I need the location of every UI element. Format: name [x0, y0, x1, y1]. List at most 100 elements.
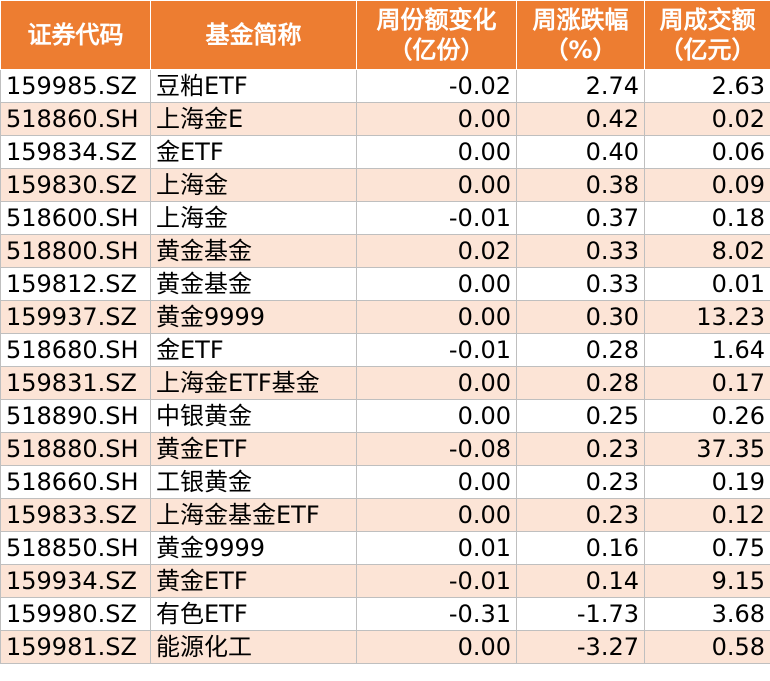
cell-pct-change: 0.33: [516, 234, 645, 268]
cell-pct-change: 0.14: [516, 564, 645, 598]
cell-share-change: -0.31: [356, 597, 517, 631]
table-row: 518890.SH 中银黄金 0.00 0.25 0.26: [0, 399, 770, 433]
cell-code: 518860.SH: [0, 102, 151, 136]
cell-turnover: 0.17: [644, 366, 770, 400]
cell-share-change: 0.02: [356, 234, 517, 268]
header-name: 基金简称: [150, 0, 357, 70]
cell-name: 上海金ETF基金: [150, 366, 357, 400]
cell-pct-change: 0.28: [516, 333, 645, 367]
cell-turnover: 9.15: [644, 564, 770, 598]
cell-name: 工银黄金: [150, 465, 357, 499]
table-body: 159985.SZ 豆粕ETF -0.02 2.74 2.63 518860.SH 上海金E…: [0, 69, 770, 664]
cell-name: 上海金: [150, 201, 357, 235]
cell-share-change: 0.00: [356, 366, 517, 400]
etf-weekly-table: 证券代码 基金简称 周份额变化 （亿份） 周涨跌幅 （%） 周成交额 （亿元） 159…: [0, 0, 770, 664]
cell-turnover: 0.02: [644, 102, 770, 136]
table-row: 518680.SH 金ETF -0.01 0.28 1.64: [0, 333, 770, 367]
cell-pct-change: 0.37: [516, 201, 645, 235]
table-row: 159980.SZ 有色ETF -0.31 -1.73 3.68: [0, 597, 770, 631]
cell-name: 上海金基金ETF: [150, 498, 357, 532]
cell-name: 黄金ETF: [150, 564, 357, 598]
cell-turnover: 0.18: [644, 201, 770, 235]
cell-turnover: 0.26: [644, 399, 770, 433]
cell-pct-change: 0.25: [516, 399, 645, 433]
cell-turnover: 0.12: [644, 498, 770, 532]
cell-share-change: 0.00: [356, 300, 517, 334]
cell-pct-change: 0.42: [516, 102, 645, 136]
header-row: 证券代码 基金简称 周份额变化 （亿份） 周涨跌幅 （%） 周成交额 （亿元）: [0, 0, 770, 70]
cell-name: 金ETF: [150, 333, 357, 367]
table-row: 518660.SH 工银黄金 0.00 0.23 0.19: [0, 465, 770, 499]
table-row: 159831.SZ 上海金ETF基金 0.00 0.28 0.17: [0, 366, 770, 400]
cell-code: 518800.SH: [0, 234, 151, 268]
table-row: 518800.SH 黄金基金 0.02 0.33 8.02: [0, 234, 770, 268]
cell-pct-change: 2.74: [516, 69, 645, 103]
cell-share-change: -0.01: [356, 201, 517, 235]
cell-pct-change: -3.27: [516, 630, 645, 664]
cell-name: 中银黄金: [150, 399, 357, 433]
cell-share-change: -0.08: [356, 432, 517, 466]
cell-turnover: 37.35: [644, 432, 770, 466]
table-row: 518860.SH 上海金E 0.00 0.42 0.02: [0, 102, 770, 136]
cell-share-change: 0.00: [356, 135, 517, 169]
table-row: 518600.SH 上海金 -0.01 0.37 0.18: [0, 201, 770, 235]
cell-turnover: 13.23: [644, 300, 770, 334]
cell-turnover: 0.01: [644, 267, 770, 301]
table-row: 518880.SH 黄金ETF -0.08 0.23 37.35: [0, 432, 770, 466]
cell-pct-change: 0.28: [516, 366, 645, 400]
cell-share-change: -0.01: [356, 564, 517, 598]
cell-share-change: 0.00: [356, 168, 517, 202]
cell-code: 159831.SZ: [0, 366, 151, 400]
cell-pct-change: 0.38: [516, 168, 645, 202]
cell-name: 黄金9999: [150, 300, 357, 334]
cell-code: 518890.SH: [0, 399, 151, 433]
cell-turnover: 0.06: [644, 135, 770, 169]
cell-name: 上海金E: [150, 102, 357, 136]
cell-turnover: 3.68: [644, 597, 770, 631]
table-row: 159834.SZ 金ETF 0.00 0.40 0.06: [0, 135, 770, 169]
cell-pct-change: 0.30: [516, 300, 645, 334]
cell-code: 518660.SH: [0, 465, 151, 499]
cell-code: 518680.SH: [0, 333, 151, 367]
cell-turnover: 8.02: [644, 234, 770, 268]
cell-share-change: 0.00: [356, 465, 517, 499]
cell-pct-change: 0.33: [516, 267, 645, 301]
cell-name: 黄金基金: [150, 234, 357, 268]
cell-turnover: 1.64: [644, 333, 770, 367]
header-turnover: 周成交额 （亿元）: [644, 0, 770, 70]
table-row: 159934.SZ 黄金ETF -0.01 0.14 9.15: [0, 564, 770, 598]
table-row: 159812.SZ 黄金基金 0.00 0.33 0.01: [0, 267, 770, 301]
table-row: 518850.SH 黄金9999 0.01 0.16 0.75: [0, 531, 770, 565]
header-code: 证券代码: [0, 0, 151, 70]
cell-share-change: -0.02: [356, 69, 517, 103]
cell-name: 有色ETF: [150, 597, 357, 631]
cell-code: 159985.SZ: [0, 69, 151, 103]
cell-code: 159937.SZ: [0, 300, 151, 334]
cell-name: 黄金9999: [150, 531, 357, 565]
cell-turnover: 0.09: [644, 168, 770, 202]
cell-pct-change: 0.23: [516, 432, 645, 466]
cell-name: 金ETF: [150, 135, 357, 169]
cell-code: 159981.SZ: [0, 630, 151, 664]
cell-pct-change: 0.23: [516, 498, 645, 532]
cell-turnover: 0.58: [644, 630, 770, 664]
cell-code: 518880.SH: [0, 432, 151, 466]
cell-code: 159812.SZ: [0, 267, 151, 301]
table-row: 159830.SZ 上海金 0.00 0.38 0.09: [0, 168, 770, 202]
cell-code: 518600.SH: [0, 201, 151, 235]
cell-code: 159934.SZ: [0, 564, 151, 598]
cell-share-change: 0.00: [356, 498, 517, 532]
cell-share-change: 0.00: [356, 630, 517, 664]
cell-code: 159980.SZ: [0, 597, 151, 631]
cell-code: 518850.SH: [0, 531, 151, 565]
table-row: 159985.SZ 豆粕ETF -0.02 2.74 2.63: [0, 69, 770, 103]
cell-code: 159830.SZ: [0, 168, 151, 202]
table-row: 159981.SZ 能源化工 0.00 -3.27 0.58: [0, 630, 770, 664]
cell-share-change: 0.00: [356, 267, 517, 301]
cell-share-change: 0.00: [356, 399, 517, 433]
table-row: 159833.SZ 上海金基金ETF 0.00 0.23 0.12: [0, 498, 770, 532]
cell-name: 能源化工: [150, 630, 357, 664]
cell-share-change: 0.00: [356, 102, 517, 136]
cell-code: 159834.SZ: [0, 135, 151, 169]
cell-pct-change: -1.73: [516, 597, 645, 631]
